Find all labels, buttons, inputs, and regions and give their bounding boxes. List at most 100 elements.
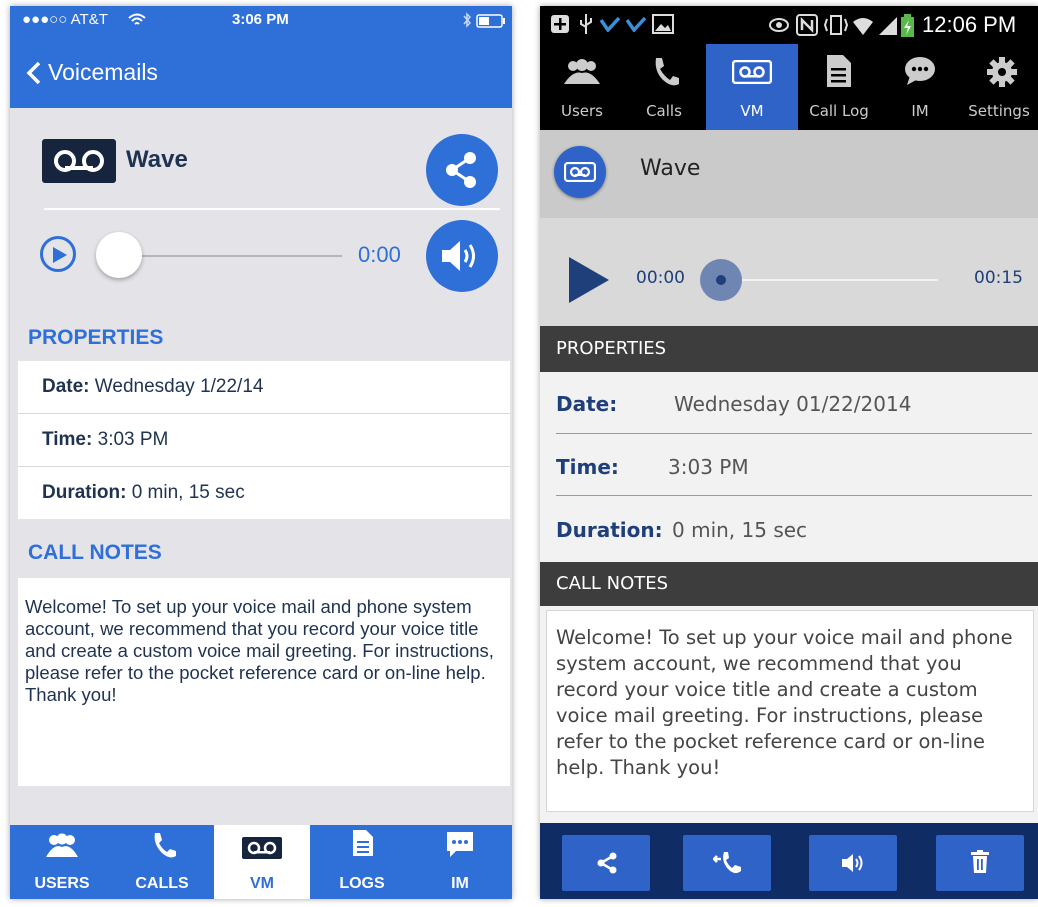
property-label: Time:	[556, 455, 619, 479]
status-bar: 12:06 PM	[540, 6, 1038, 44]
call-back-icon	[713, 852, 741, 874]
progress-track[interactable]	[720, 279, 938, 281]
divider	[44, 208, 500, 210]
speaker-icon	[442, 241, 475, 271]
message-title: Wave	[126, 146, 188, 173]
tab-call-log[interactable]: Call Log	[798, 44, 880, 130]
property-label: Duration:	[556, 518, 663, 542]
speaker-icon	[842, 854, 863, 872]
call-notes-text: Welcome! To set up your voice mail and p…	[25, 596, 494, 705]
properties-header-label: PROPERTIES	[556, 338, 667, 359]
tab-calls[interactable]: Calls	[624, 44, 704, 130]
voicemail-avatar	[554, 146, 606, 198]
property-value: Wednesday 1/22/14	[89, 376, 264, 397]
tab-label: Call Log	[809, 102, 869, 120]
tab-label: Users	[560, 102, 603, 120]
tab-users[interactable]: Users	[540, 44, 624, 130]
play-button[interactable]	[568, 256, 610, 304]
tab-bar: Users Calls VM Call Log IM Settings	[540, 44, 1038, 130]
property-value: 3:03 PM	[92, 429, 169, 450]
play-button[interactable]	[40, 236, 76, 272]
signal-icon	[879, 17, 897, 35]
app-notification-icon	[600, 16, 620, 32]
property-label: Date:	[556, 392, 618, 416]
users-icon	[564, 59, 600, 84]
tab-label: IM	[451, 875, 469, 892]
document-icon	[353, 830, 373, 856]
tab-logs[interactable]: LOGS	[314, 825, 410, 899]
property-value: 0 min, 15 sec	[126, 482, 245, 503]
player: 00:00 00:15	[540, 218, 1038, 326]
tab-im[interactable]: IM	[412, 825, 508, 899]
voicemail-icon	[732, 60, 772, 84]
total-time: 00:15	[974, 268, 1023, 288]
phone-icon	[154, 833, 176, 858]
carrier-label: ●●●○○ AT&T	[22, 11, 108, 28]
progress-thumb[interactable]	[700, 259, 742, 301]
speaker-button[interactable]	[426, 220, 498, 292]
progress-track[interactable]	[110, 255, 342, 257]
tab-label: Calls	[646, 102, 682, 120]
voicemail-icon	[42, 139, 116, 183]
battery-icon	[901, 14, 914, 37]
voicemail-icon	[564, 162, 596, 182]
call-notes-box: Welcome! To set up your voice mail and p…	[546, 610, 1034, 812]
bluetooth-icon	[463, 12, 472, 28]
chat-icon	[905, 57, 935, 85]
property-row-date: Date: Wednesday 1/22/14	[18, 361, 510, 413]
speaker-button[interactable]	[809, 835, 897, 891]
voicemail-icon	[242, 837, 282, 859]
status-time: 12:06 PM	[922, 12, 1017, 37]
tab-vm[interactable]: VM	[706, 44, 798, 130]
share-icon	[597, 852, 617, 874]
property-label: Time:	[42, 429, 93, 450]
delete-button[interactable]	[936, 835, 1024, 891]
tab-label: LOGS	[339, 875, 385, 892]
ios-screen: ●●●○○ AT&T 3:06 PM Voicemails Wave 0:00	[10, 6, 512, 899]
phone-icon	[655, 58, 679, 86]
tab-im[interactable]: IM	[880, 44, 960, 130]
property-label: Date:	[42, 376, 90, 397]
progress-thumb[interactable]	[96, 232, 142, 278]
property-value: Wednesday 01/22/2014	[674, 392, 912, 416]
tab-label: VM	[250, 875, 274, 892]
properties-header: PROPERTIES	[540, 326, 1038, 372]
users-icon	[46, 833, 78, 857]
call-notes-header: CALL NOTES	[28, 541, 162, 564]
wifi-icon	[853, 18, 873, 35]
eye-icon	[769, 18, 789, 32]
gear-icon	[987, 57, 1017, 87]
property-label: Duration:	[42, 482, 127, 503]
nfc-icon	[796, 14, 818, 36]
image-icon	[652, 14, 674, 34]
divider	[556, 433, 1032, 434]
usb-icon	[580, 14, 592, 34]
vibrate-icon	[824, 15, 848, 35]
call-back-button[interactable]	[683, 835, 771, 891]
trash-icon	[971, 850, 989, 873]
wifi-icon	[128, 13, 146, 25]
back-button[interactable]: Voicemails	[22, 56, 222, 90]
progress-thumb-dot	[716, 275, 726, 285]
message-title: Wave	[640, 156, 701, 181]
tab-bar: USERS CALLS VM LOGS IM	[10, 825, 512, 899]
tab-vm[interactable]: VM	[214, 825, 310, 899]
add-notification-icon	[551, 15, 569, 33]
property-row-duration: Duration: 0 min, 15 sec	[18, 467, 510, 519]
tab-label: USERS	[34, 875, 90, 892]
android-screen: 12:06 PM Users Calls VM Call Log IM Sett…	[540, 6, 1038, 899]
call-notes-box: Welcome! To set up your voice mail and p…	[18, 578, 510, 786]
tab-calls[interactable]: CALLS	[114, 825, 210, 899]
tab-users[interactable]: USERS	[14, 825, 110, 899]
status-bar: ●●●○○ AT&T 3:06 PM	[10, 6, 512, 36]
tab-settings[interactable]: Settings	[960, 44, 1038, 130]
app-notification-icon	[626, 16, 646, 32]
property-value: 0 min, 15 sec	[672, 518, 808, 542]
document-icon	[827, 55, 851, 87]
properties-header: PROPERTIES	[28, 326, 164, 349]
nav-bar: Voicemails	[10, 36, 512, 108]
property-value: 3:03 PM	[668, 455, 749, 479]
share-button[interactable]	[426, 134, 498, 206]
status-time: 3:06 PM	[232, 11, 289, 28]
share-button[interactable]	[562, 835, 650, 891]
